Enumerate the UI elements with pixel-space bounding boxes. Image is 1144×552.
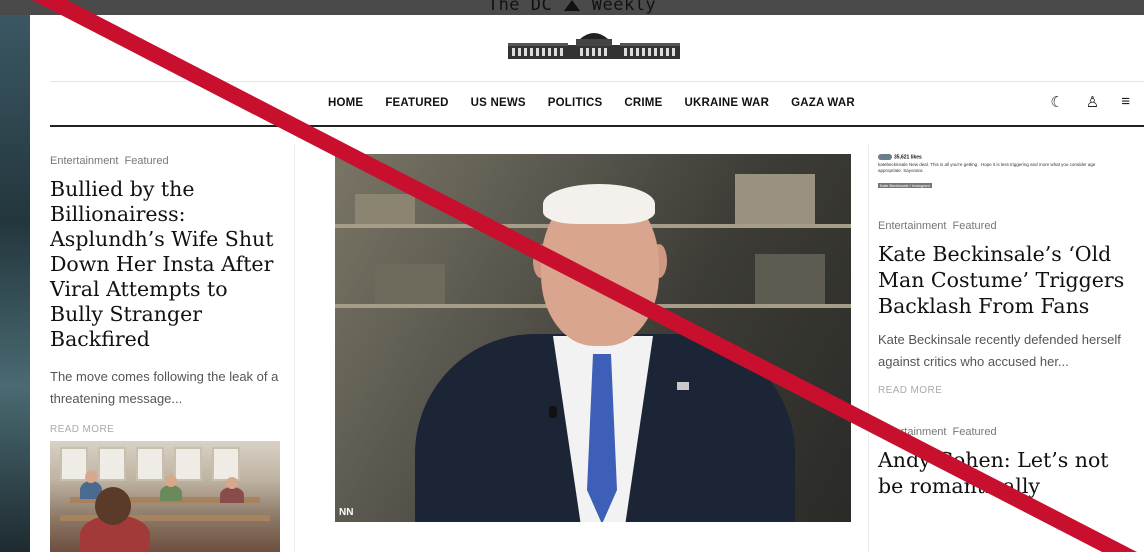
menu-icon[interactable]: ≡ <box>1121 93 1130 111</box>
article-categories[interactable]: Entertainment Featured <box>878 426 1140 438</box>
article-title[interactable]: Bullied by the Billionairess: Asplundh’s… <box>50 177 282 352</box>
student <box>220 487 244 503</box>
capitol-logo[interactable] <box>506 33 682 61</box>
nav-item-politics[interactable]: POLITICS <box>548 97 603 109</box>
instagram-caption: katebeckinsale New deal. This is all you… <box>878 162 1096 174</box>
article-excerpt: Kate Beckinsale recently defended hersel… <box>878 332 1121 369</box>
person-hair <box>543 184 655 224</box>
like-count: 35,621 likes <box>878 154 1106 160</box>
background-equipment <box>355 194 415 224</box>
hero-image[interactable]: NN <box>335 154 851 522</box>
column-divider <box>868 145 869 552</box>
nav-item-featured[interactable]: FEATURED <box>385 97 448 109</box>
site-name-right: Weekly <box>591 0 657 15</box>
site-name: The DC Weekly <box>0 0 1144 15</box>
background-equipment <box>375 264 445 304</box>
instagram-screenshot[interactable]: 35,621 likes katebeckinsale New deal. Th… <box>878 154 1106 204</box>
article-title[interactable]: Kate Beckinsale’s ‘Old Man Costume’ Trig… <box>878 241 1140 319</box>
nav-tools: ☾ ♙ ≡ <box>1050 93 1130 111</box>
nav-item-crime[interactable]: CRIME <box>624 97 662 109</box>
nav-item-gaza-war[interactable]: GAZA WAR <box>791 97 855 109</box>
nav-item-us-news[interactable]: US NEWS <box>471 97 526 109</box>
site-name-left: The DC <box>487 0 553 15</box>
background-left-edge <box>0 0 30 552</box>
page: HOME FEATURED US NEWS POLITICS CRIME UKR… <box>30 15 1144 552</box>
avatars-icon <box>878 154 892 160</box>
user-icon[interactable]: ♙ <box>1086 93 1099 111</box>
background-equipment <box>755 254 825 304</box>
article-title[interactable]: Andy Cohen: Let’s not be romantically <box>878 447 1140 499</box>
moon-icon[interactable]: ☾ <box>1050 93 1063 111</box>
nav-item-home[interactable]: HOME <box>328 97 363 109</box>
nav-item-ukraine-war[interactable]: UKRAINE WAR <box>684 97 769 109</box>
article-categories[interactable]: Entertainment Featured <box>50 155 282 167</box>
window <box>98 447 126 481</box>
capitol-dome-icon <box>564 0 580 11</box>
student-head <box>85 471 97 483</box>
article-excerpt: The move comes following the leak of a t… <box>50 369 279 406</box>
classroom-thumbnail[interactable] <box>50 441 280 552</box>
flag-pin <box>677 382 689 390</box>
broadcaster-watermark: NN <box>339 507 354 518</box>
nav-menu: HOME FEATURED US NEWS POLITICS CRIME UKR… <box>328 97 855 109</box>
article-categories[interactable]: Entertainment Featured <box>878 220 1140 232</box>
window <box>60 447 88 481</box>
background-equipment <box>735 174 815 224</box>
read-more-link[interactable]: READ MORE <box>50 424 282 435</box>
student-head <box>226 477 238 489</box>
left-article: Entertainment Featured Bullied by the Bi… <box>50 155 282 435</box>
window <box>174 447 202 481</box>
read-more-link[interactable]: READ MORE <box>878 385 1140 396</box>
lapel-mic <box>549 406 557 418</box>
main-navigation: HOME FEATURED US NEWS POLITICS CRIME UKR… <box>50 81 1144 127</box>
student-head <box>165 475 177 487</box>
student <box>160 485 182 501</box>
student-hair <box>95 487 131 525</box>
instagram-credit: Kate Beckinsale / Instagram <box>878 183 932 189</box>
window <box>212 447 240 481</box>
window <box>136 447 164 481</box>
column-divider <box>294 145 295 552</box>
right-column: 35,621 likes katebeckinsale New deal. Th… <box>878 154 1140 499</box>
